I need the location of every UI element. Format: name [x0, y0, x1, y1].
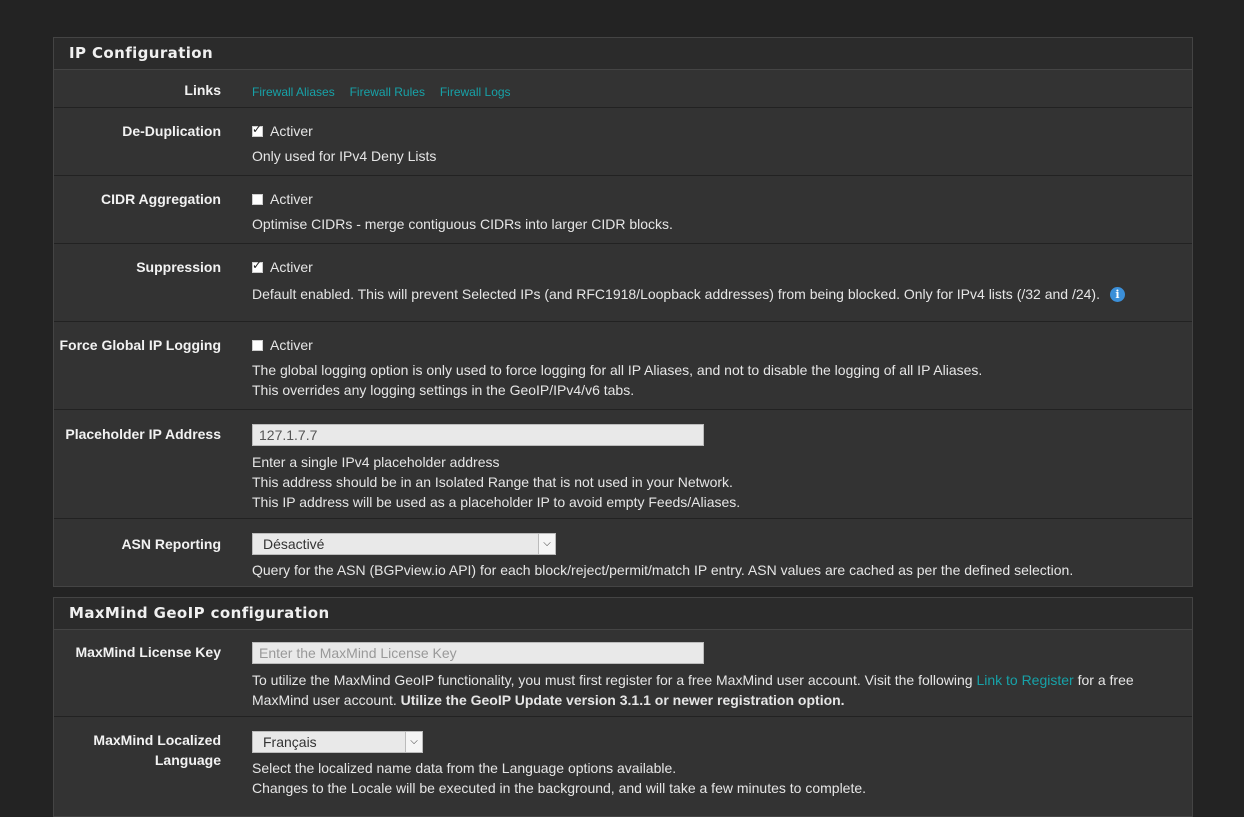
language-selected: Français — [263, 734, 317, 750]
suppression-checkbox-line[interactable]: Activer — [252, 257, 1172, 277]
language-label: MaxMind Localized Language — [61, 730, 221, 770]
panel-title: MaxMind GeoIP configuration — [54, 598, 1192, 630]
link-to-register[interactable]: Link to Register — [976, 672, 1073, 688]
force-logging-checkbox-label: Activer — [270, 337, 313, 353]
dedup-help: Only used for IPv4 Deny Lists — [252, 148, 437, 164]
dedup-row: De-Duplication Activer Only used for IPv… — [54, 108, 1192, 176]
asn-reporting-label: ASN Reporting — [121, 536, 221, 552]
cidr-label: CIDR Aggregation — [100, 191, 221, 207]
placeholder-ip-row: Placeholder IP Address 127.1.7.7 Enter a… — [54, 410, 1192, 519]
cidr-help: Optimise CIDRs - merge contiguous CIDRs … — [252, 216, 673, 232]
maxmind-panel: MaxMind GeoIP configuration MaxMind Lice… — [53, 597, 1193, 817]
suppression-help: Default enabled. This will prevent Selec… — [252, 286, 1100, 302]
dedup-checkbox-line[interactable]: Activer — [252, 121, 1172, 141]
asn-reporting-row: ASN Reporting Désactivé ⌵ Query for the … — [54, 519, 1192, 588]
suppression-row: Suppression Activer Default enabled. Thi… — [54, 244, 1192, 322]
force-logging-checkbox-line[interactable]: Activer — [252, 335, 1172, 355]
dedup-label: De-Duplication — [122, 123, 221, 139]
cidr-checkbox[interactable] — [252, 193, 263, 205]
link-firewall-aliases[interactable]: Firewall Aliases — [252, 85, 335, 99]
license-key-label: MaxMind License Key — [75, 644, 222, 660]
links-row: Links Firewall Aliases Firewall Rules Fi… — [54, 70, 1192, 108]
language-help-1: Select the localized name data from the … — [252, 760, 677, 776]
links-label: Links — [184, 82, 221, 98]
link-firewall-rules[interactable]: Firewall Rules — [350, 85, 425, 99]
license-key-help: To utilize the MaxMind GeoIP functionali… — [252, 670, 1172, 710]
force-logging-help-2: This overrides any logging settings in t… — [252, 382, 635, 398]
placeholder-ip-label: Placeholder IP Address — [65, 426, 221, 442]
chevron-down-icon[interactable]: ⌵ — [538, 534, 555, 554]
force-logging-row: Force Global IP Logging Activer The glob… — [54, 322, 1192, 410]
license-key-input[interactable]: Enter the MaxMind License Key — [252, 642, 704, 664]
chevron-down-icon[interactable]: ⌵ — [405, 732, 422, 752]
dedup-checkbox-label: Activer — [270, 123, 313, 139]
placeholder-ip-help-1: Enter a single IPv4 placeholder address — [252, 454, 500, 470]
force-logging-label: Force Global IP Logging — [59, 337, 221, 353]
force-logging-checkbox[interactable] — [252, 339, 263, 351]
asn-reporting-help: Query for the ASN (BGPview.io API) for e… — [252, 562, 1074, 578]
link-firewall-logs[interactable]: Firewall Logs — [440, 85, 511, 99]
suppression-checkbox-label: Activer — [270, 259, 313, 275]
force-logging-help-1: The global logging option is only used t… — [252, 362, 983, 378]
info-icon[interactable]: i — [1109, 287, 1125, 302]
license-help-bold: Utilize the GeoIP Update version 3.1.1 o… — [400, 692, 845, 708]
language-label-line1: MaxMind Localized — [93, 732, 221, 748]
dedup-checkbox[interactable] — [252, 122, 263, 137]
suppression-label: Suppression — [136, 259, 221, 275]
asn-reporting-selected: Désactivé — [263, 536, 325, 552]
cidr-checkbox-line[interactable]: Activer — [252, 189, 1172, 209]
placeholder-ip-help-2: This address should be in an Isolated Ra… — [252, 474, 733, 490]
language-label-line2: Language — [154, 752, 221, 768]
links-container: Firewall Aliases Firewall Rules Firewall… — [252, 83, 1172, 99]
language-select[interactable]: Français ⌵ — [252, 731, 423, 753]
placeholder-ip-input[interactable]: 127.1.7.7 — [252, 424, 704, 446]
ip-configuration-panel: IP Configuration Links Firewall Aliases … — [53, 37, 1193, 587]
cidr-checkbox-label: Activer — [270, 191, 313, 207]
suppression-checkbox[interactable] — [252, 258, 263, 273]
license-help-text: To utilize the MaxMind GeoIP functionali… — [252, 672, 977, 688]
placeholder-ip-help-3: This IP address will be used as a placeh… — [252, 494, 741, 510]
cidr-row: CIDR Aggregation Activer Optimise CIDRs … — [54, 176, 1192, 244]
language-row: MaxMind Localized Language Français ⌵ Se… — [54, 717, 1192, 817]
panel-title: IP Configuration — [54, 38, 1192, 70]
asn-reporting-select[interactable]: Désactivé ⌵ — [252, 533, 556, 555]
license-key-row: MaxMind License Key Enter the MaxMind Li… — [54, 630, 1192, 717]
language-help-2: Changes to the Locale will be executed i… — [252, 780, 867, 796]
